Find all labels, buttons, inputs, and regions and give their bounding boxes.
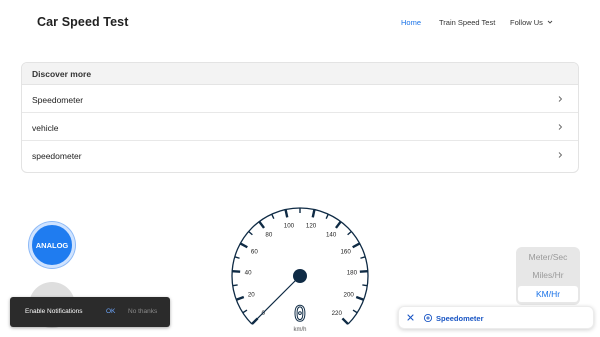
tick-label-180: 180 bbox=[347, 269, 358, 276]
major-tick bbox=[355, 295, 365, 301]
chevron-right-icon bbox=[558, 124, 563, 130]
unit-option-meter-sec[interactable]: Meter/Sec bbox=[516, 249, 580, 266]
tick-label-100: 100 bbox=[284, 222, 295, 229]
notification-ok-button[interactable]: OK bbox=[106, 308, 115, 315]
minor-tick bbox=[347, 230, 352, 236]
major-tick bbox=[341, 317, 349, 325]
discover-more-heading: Discover more bbox=[22, 63, 578, 85]
chip-label: Speedometer bbox=[436, 314, 484, 323]
minor-tick bbox=[248, 230, 253, 236]
minor-tick bbox=[242, 309, 248, 314]
discover-item-speedometer[interactable]: Speedometer bbox=[22, 85, 578, 113]
discover-more-panel: Discover more Speedometer vehicle speedo… bbox=[21, 62, 579, 173]
major-tick bbox=[352, 242, 361, 249]
chevron-right-icon bbox=[558, 96, 563, 102]
minor-tick bbox=[360, 256, 366, 259]
notification-no-thanks-button[interactable]: No thanks bbox=[128, 308, 157, 315]
minor-tick bbox=[352, 309, 358, 314]
speedometer-gauge: 020406080100120140160180200220 0 km/h bbox=[231, 207, 369, 333]
unit-selector: Meter/Sec Miles/Hr KM/Hr bbox=[516, 247, 580, 305]
chevron-right-icon bbox=[558, 152, 563, 158]
tick-label-220: 220 bbox=[332, 310, 343, 317]
digital-speed-readout: 0 bbox=[294, 302, 307, 326]
discover-item-vehicle[interactable]: vehicle bbox=[22, 113, 578, 141]
major-tick bbox=[284, 209, 289, 218]
nav-home-link[interactable]: Home bbox=[401, 18, 421, 27]
discover-item-label: speedometer bbox=[32, 151, 82, 161]
discover-item-speedometer-lower[interactable]: speedometer bbox=[22, 141, 578, 169]
site-title[interactable]: Car Speed Test bbox=[37, 15, 128, 29]
minor-tick bbox=[325, 213, 329, 219]
needle-hub bbox=[293, 269, 307, 283]
discover-item-label: vehicle bbox=[32, 123, 59, 133]
minor-tick bbox=[362, 284, 368, 287]
major-tick bbox=[311, 209, 316, 218]
nav-train-speed-test-link[interactable]: Train Speed Test bbox=[439, 18, 495, 27]
chevron-down-icon[interactable] bbox=[546, 18, 554, 26]
speed-unit-label: km/h bbox=[293, 327, 306, 333]
tick-label-80: 80 bbox=[265, 232, 272, 239]
tick-label-160: 160 bbox=[340, 248, 351, 255]
major-tick bbox=[334, 220, 342, 229]
minor-tick bbox=[271, 213, 275, 219]
site-header: Car Speed Test Home Train Speed Test Fol… bbox=[0, 0, 600, 48]
tick-label-60: 60 bbox=[251, 248, 258, 255]
analog-mode-button[interactable]: ANALOG bbox=[29, 222, 75, 268]
notification-prompt: Enable Notifications OK No thanks bbox=[10, 297, 170, 327]
nav-follow-us-link[interactable]: Follow Us bbox=[510, 18, 543, 27]
major-tick bbox=[258, 220, 266, 229]
search-icon bbox=[423, 313, 433, 323]
minor-tick bbox=[234, 256, 240, 259]
close-icon[interactable] bbox=[406, 313, 415, 322]
major-tick bbox=[239, 242, 248, 249]
major-tick bbox=[359, 269, 368, 273]
notification-text: Enable Notifications bbox=[25, 308, 83, 315]
tick-label-40: 40 bbox=[245, 269, 252, 276]
discover-item-label: Speedometer bbox=[32, 95, 84, 105]
speedometer-search-chip[interactable]: Speedometer bbox=[398, 306, 594, 329]
tick-label-200: 200 bbox=[344, 291, 355, 298]
major-tick bbox=[235, 295, 245, 301]
tick-label-120: 120 bbox=[306, 222, 317, 229]
unit-option-miles-hr[interactable]: Miles/Hr bbox=[516, 267, 580, 284]
major-tick bbox=[232, 269, 241, 273]
tick-label-20: 20 bbox=[248, 291, 255, 298]
minor-tick bbox=[232, 284, 238, 287]
unit-option-km-hr[interactable]: KM/Hr bbox=[518, 286, 578, 302]
tick-label-140: 140 bbox=[326, 232, 337, 239]
